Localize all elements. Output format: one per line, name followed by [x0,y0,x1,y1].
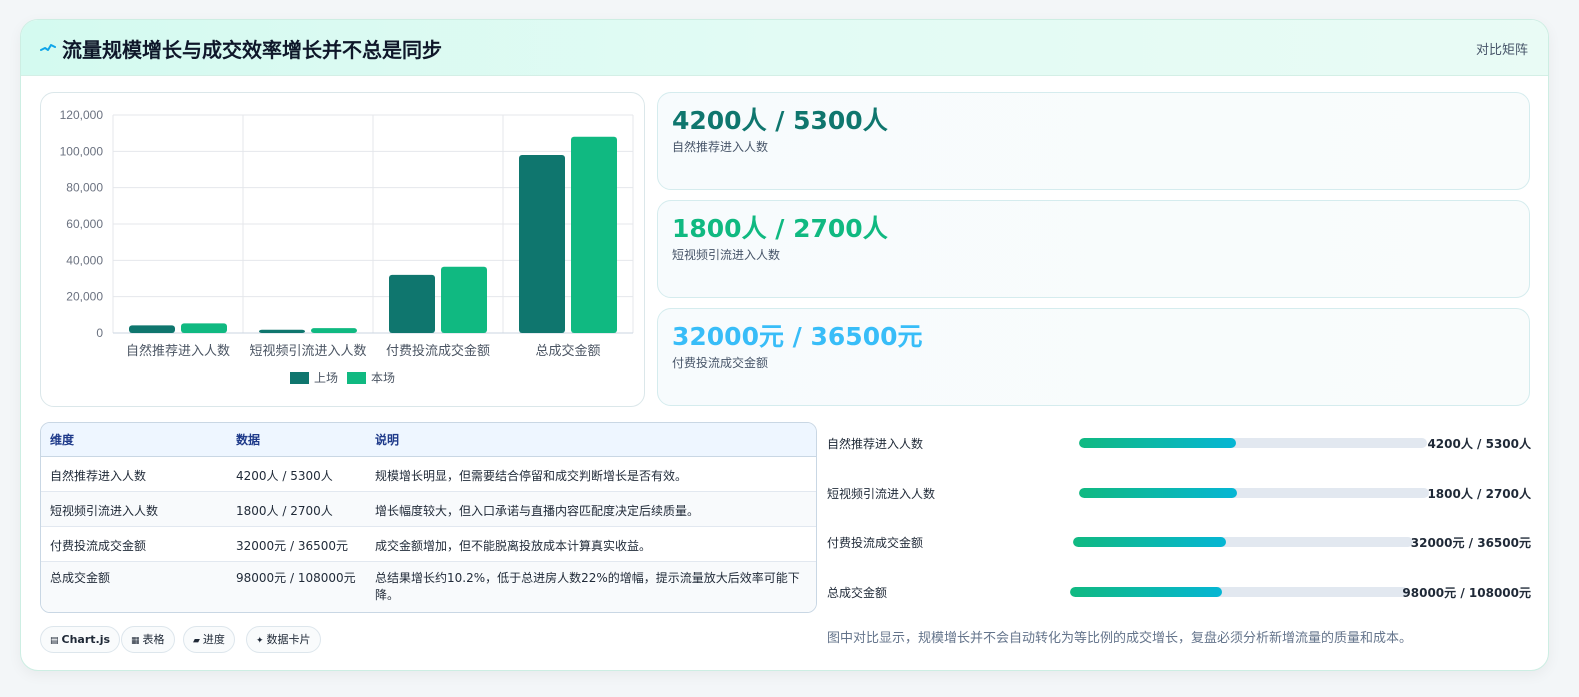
table-cell: 规模增长明显，但需要结合停留和成交判断增长是否有效。 [366,456,816,492]
progress-value: 98000元 / 108000元 [1402,586,1531,600]
table-header: 说明 [366,423,816,457]
progress-value: 32000元 / 36500元 [1410,536,1531,550]
chip-label: 进度 [202,633,225,646]
progress-track [1073,537,1413,547]
stat-value: 1800人 / 2700人 [672,214,888,243]
chart-icon: ▤ [50,636,59,646]
y-tick-label: 60,000 [66,217,103,231]
bar [259,329,305,333]
table-cell: 1800人 / 2700人 [227,491,366,527]
bar [311,328,357,333]
progress-fill [1073,537,1226,547]
table-cell: 自然推荐进入人数 [41,456,227,492]
chip-label: 数据卡片 [266,633,311,646]
bar [389,274,435,333]
progress-row-shortvideo: 短视频引流进入人数 1800人 / 2700人 [827,483,1531,503]
page-title: 流量规模增长与成交效率增长并不总是同步 [62,38,442,62]
x-tick-label: 总成交金额 [535,343,600,359]
stat-label: 短视频引流进入人数 [672,248,781,262]
progress-value: 1800人 / 2700人 [1427,487,1531,501]
y-tick-label: 40,000 [66,253,103,267]
panel-header: 流量规模增长与成交效率增长并不总是同步 对比矩阵 [21,20,1548,76]
progress-track [1070,587,1408,597]
stat-card-natural: 4200人 / 5300人 自然推荐进入人数 [657,92,1530,190]
bar [181,323,227,333]
sparkle-icon: ✦ [256,636,264,646]
progress-icon: ▰ [193,636,200,646]
x-tick-label: 自然推荐进入人数 [126,343,230,359]
chip-progress[interactable]: ▰ 进度 [183,626,235,653]
main-panel: 流量规模增长与成交效率增长并不总是同步 对比矩阵 0 20,000 40,000 60… [20,19,1549,671]
chip-data-cards[interactable]: ✦ 数据卡片 [246,626,321,653]
progress-label: 自然推荐进入人数 [827,437,924,451]
bar-chart: 0 20,000 40,000 60,000 80,000 100,000 120,000 自… [60,108,634,385]
bar [571,136,617,333]
table-row: 短视频引流进入人数 1800人 / 2700人 增长幅度较大，但入口承诺与直播内… [41,491,816,527]
bar [519,154,565,333]
progress-label: 总成交金额 [827,586,888,600]
progress-row-paid: 付费投流成交金额 32000元 / 36500元 [827,532,1531,552]
progress-row-natural: 自然推荐进入人数 4200人 / 5300人 [827,433,1531,453]
table-cell: 短视频引流进入人数 [41,491,227,527]
y-tick-label: 20,000 [66,290,103,304]
table-cell: 总结果增长约10.2%，低于总进房人数22%的增幅，提示流量放大后效率可能下降。 [375,570,800,602]
stat-value: 4200人 / 5300人 [672,106,888,135]
progress-track [1079,438,1427,448]
legend-label: 本场 [371,371,395,385]
chip-label: Chart.js [61,633,111,646]
progress-track [1079,488,1429,498]
legend-swatch [290,372,309,384]
x-tick-label: 付费投流成交金额 [386,343,490,359]
table-header-row: 维度 数据 说明 [41,423,816,457]
progress-fill [1079,438,1236,448]
chip-label: 表格 [142,633,165,646]
stat-label: 自然推荐进入人数 [672,140,769,154]
table-row: 自然推荐进入人数 4200人 / 5300人 规模增长明显，但需要结合停留和成交… [41,456,816,492]
table-cell: 付费投流成交金额 [41,526,227,562]
legend-swatch [347,372,366,384]
table-cell: 98000元 / 108000元 [236,570,356,585]
pulse-icon [40,44,56,51]
bar [129,325,175,333]
table-row: 总成交金额 98000元 / 108000元 总结果增长约10.2%，低于总进房… [41,561,816,612]
y-tick-label: 120,000 [60,108,104,122]
data-table: 维度 数据 说明 自然推荐进入人数 4200人 / 5300人 规模增长明显，但… [40,422,817,613]
progress-fill [1070,587,1223,597]
progress-value: 4200人 / 5300人 [1427,437,1531,451]
progress-row-total: 总成交金额 98000元 / 108000元 [827,582,1531,602]
summary-text: 图中对比显示，规模增长并不会自动转化为等比例的成交增长，复盘必须分析新增流量的质… [827,631,1413,646]
chip-chartjs[interactable]: ▤ Chart.js [40,626,121,653]
table-cell: 增长幅度较大，但入口承诺与直播内容匹配度决定后续质量。 [366,491,816,527]
bar-chart-card: 0 20,000 40,000 60,000 80,000 100,000 120,000 自… [40,92,645,407]
table-cell: 总成交金额 [50,570,111,585]
table-cell: 4200人 / 5300人 [227,456,366,492]
table-cell: 成交金额增加，但不能脱离投放成本计算真实收益。 [366,526,816,562]
compare-matrix-link[interactable]: 对比矩阵 [1476,39,1528,58]
y-tick-label: 0 [96,326,103,340]
y-tick-label: 80,000 [66,181,103,195]
stat-label: 付费投流成交金额 [672,356,769,370]
table-cell: 32000元 / 36500元 [227,526,366,562]
table-header: 数据 [227,423,366,457]
x-tick-label: 短视频引流进入人数 [249,344,366,359]
bar [441,266,487,333]
chip-table[interactable]: ▦ 表格 [121,626,175,653]
stat-card-paid: 32000元 / 36500元 付费投流成交金额 [657,308,1530,406]
y-tick-label: 100,000 [60,144,104,158]
table-icon: ▦ [131,636,140,646]
legend-label: 上场 [314,371,338,385]
progress-fill [1079,488,1237,498]
progress-label: 短视频引流进入人数 [827,487,936,501]
table-header: 维度 [41,423,227,457]
stat-card-shortvideo: 1800人 / 2700人 短视频引流进入人数 [657,200,1530,298]
stat-value: 32000元 / 36500元 [672,322,923,351]
progress-label: 付费投流成交金额 [827,536,924,550]
table-row: 付费投流成交金额 32000元 / 36500元 成交金额增加，但不能脱离投放成… [41,526,816,562]
